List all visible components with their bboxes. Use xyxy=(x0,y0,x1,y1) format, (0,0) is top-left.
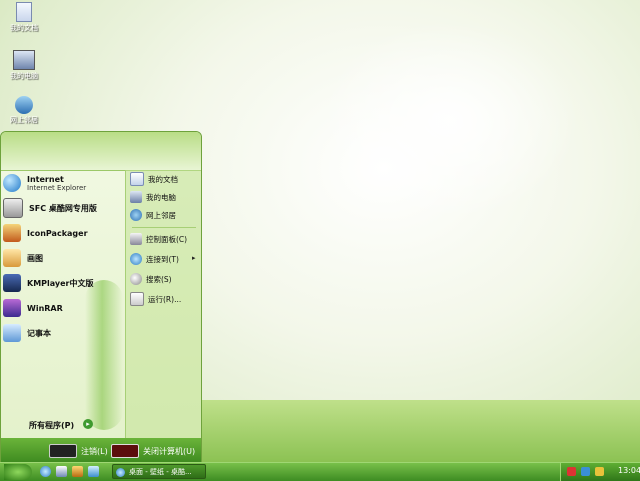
control-panel-icon xyxy=(130,233,142,245)
start-button[interactable] xyxy=(4,464,32,480)
sky-glow xyxy=(320,20,580,220)
place-label: 网上邻居 xyxy=(146,210,176,220)
internet-explorer-icon xyxy=(116,468,125,477)
program-title: IconPackager xyxy=(27,228,88,238)
place-label: 控制面板(C) xyxy=(146,234,188,244)
quicklaunch-browser-icon[interactable] xyxy=(40,466,51,477)
start-menu-places: 我的文档 我的电脑 网上邻居 控制面板(C) 连接到(T) ▸ 搜索(S) 运行… xyxy=(125,170,201,440)
place-search[interactable]: 搜索(S) xyxy=(130,270,172,288)
program-iconpackager[interactable]: IconPackager xyxy=(3,222,88,244)
logoff-label: 注销(L) xyxy=(81,446,108,456)
desktop-icon-documents[interactable]: 我的文档 xyxy=(4,2,44,33)
program-internet[interactable]: Internet Internet Explorer xyxy=(3,172,86,194)
program-kmplayer[interactable]: KMPlayer中文版 xyxy=(3,272,94,294)
internet-explorer-icon xyxy=(3,174,21,192)
quicklaunch-desktop-icon[interactable] xyxy=(56,466,67,477)
notepad-icon xyxy=(3,324,21,342)
program-title: SFC 桌酷网专用版 xyxy=(29,203,97,213)
start-menu-footer: 注销(L) 关闭计算机(U) xyxy=(1,438,201,463)
program-paint[interactable]: 画图 xyxy=(3,247,43,269)
program-subtitle: Internet Explorer xyxy=(27,183,87,192)
start-menu-header xyxy=(1,132,201,171)
shutdown-label: 关闭计算机(U) xyxy=(143,446,196,456)
program-sfc[interactable]: SFC 桌酷网专用版 xyxy=(3,197,97,219)
tray-volume-icon[interactable] xyxy=(595,467,604,476)
place-label: 我的电脑 xyxy=(146,192,176,202)
power-icon xyxy=(111,444,139,458)
documents-icon xyxy=(16,2,32,22)
taskbar: 桌面 - 壁纸 - 桌酷... 13:04 xyxy=(0,462,640,481)
taskbar-button-browser[interactable]: 桌面 - 壁纸 - 桌酷... xyxy=(112,464,206,479)
place-label: 连接到(T) xyxy=(146,254,179,264)
computer-icon xyxy=(13,50,35,70)
tray-app-icon[interactable] xyxy=(567,467,576,476)
program-title: WinRAR xyxy=(27,303,63,313)
place-my-computer[interactable]: 我的电脑 xyxy=(130,188,176,206)
wallpaper-grass xyxy=(200,400,640,462)
program-title: KMPlayer中文版 xyxy=(27,278,94,288)
task-label: 桌面 - 壁纸 - 桌酷... xyxy=(129,468,192,476)
all-programs-button[interactable]: 所有程序(P) xyxy=(29,420,74,431)
network-places-icon xyxy=(130,209,142,221)
program-title: 记事本 xyxy=(27,328,51,338)
program-winrar[interactable]: WinRAR xyxy=(3,297,63,319)
quicklaunch-media-icon[interactable] xyxy=(88,466,99,477)
lock-icon xyxy=(49,444,77,458)
place-my-documents[interactable]: 我的文档 xyxy=(130,170,178,188)
tray-network-icon[interactable] xyxy=(581,467,590,476)
clock: 13:04 xyxy=(618,466,640,475)
winrar-icon xyxy=(3,299,21,317)
places-divider xyxy=(132,227,196,228)
program-notepad[interactable]: 记事本 xyxy=(3,322,51,344)
network-places-icon xyxy=(15,96,33,114)
iconpackager-icon xyxy=(3,224,21,242)
place-label: 我的文档 xyxy=(148,174,178,184)
quicklaunch-folder-icon[interactable] xyxy=(72,466,83,477)
vine-decoration xyxy=(85,280,123,430)
sfc-icon xyxy=(3,198,23,218)
submenu-arrow-icon: ▸ xyxy=(192,254,196,262)
program-title: 画图 xyxy=(27,253,43,263)
place-control-panel[interactable]: 控制面板(C) xyxy=(130,230,187,248)
shutdown-button[interactable]: 关闭计算机(U) xyxy=(111,444,195,458)
desktop-icon-network[interactable]: 网上邻居 xyxy=(4,96,44,125)
search-icon xyxy=(130,273,142,285)
desktop-icon-label: 网上邻居 xyxy=(10,116,38,124)
run-icon xyxy=(130,292,144,306)
arrow-right-icon: ▸ xyxy=(83,419,93,429)
connect-to-icon xyxy=(130,253,142,265)
start-menu: Internet Internet Explorer SFC 桌酷网专用版 Ic… xyxy=(0,131,202,464)
place-network[interactable]: 网上邻居 xyxy=(130,206,176,224)
desktop-icon-computer[interactable]: 我的电脑 xyxy=(4,50,44,81)
documents-icon xyxy=(130,172,144,186)
logoff-button[interactable]: 注销(L) xyxy=(49,444,108,458)
program-title: Internet xyxy=(27,174,64,184)
place-label: 运行(R)... xyxy=(148,294,182,304)
kmplayer-icon xyxy=(3,274,21,292)
computer-icon xyxy=(130,191,142,203)
place-label: 搜索(S) xyxy=(146,274,172,284)
place-run[interactable]: 运行(R)... xyxy=(130,290,181,308)
desktop-icon-label: 我的电脑 xyxy=(10,72,38,80)
start-menu-programs: Internet Internet Explorer SFC 桌酷网专用版 Ic… xyxy=(1,170,125,440)
desktop-icon-label: 我的文档 xyxy=(10,24,38,32)
paint-icon xyxy=(3,249,21,267)
place-connect-to[interactable]: 连接到(T) xyxy=(130,250,179,268)
